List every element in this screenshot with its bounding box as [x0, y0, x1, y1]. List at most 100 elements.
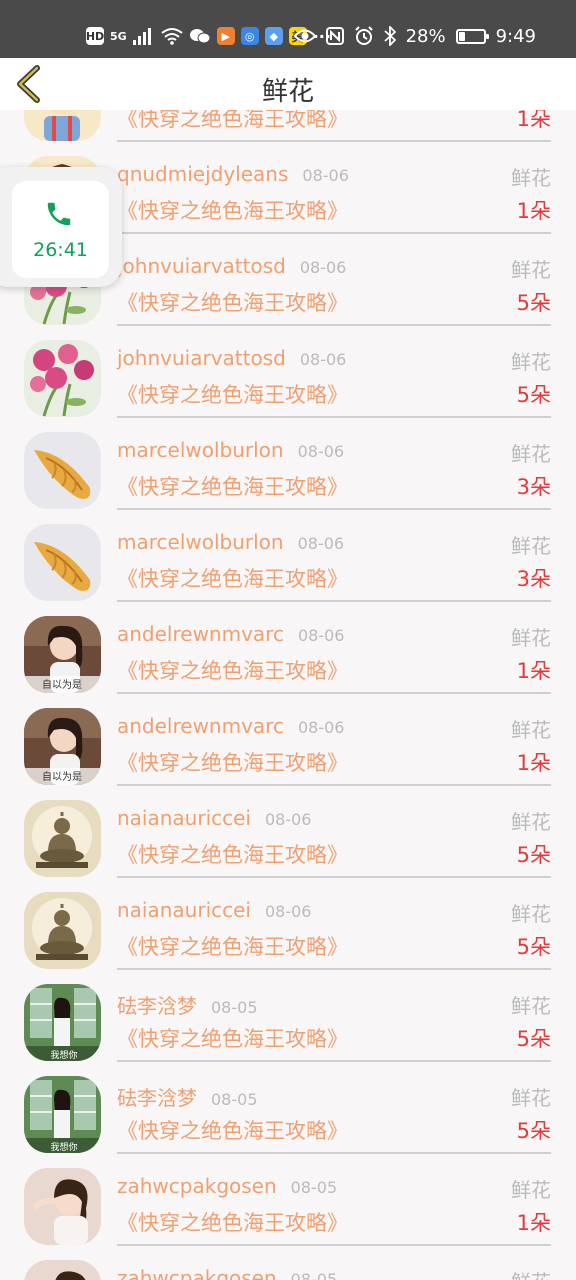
cartoon-avatar[interactable] [24, 110, 101, 141]
username[interactable]: 砝李浛梦 08-05 [117, 1082, 258, 1111]
greenhouse-avatar[interactable]: 我想你 [24, 984, 101, 1061]
flower-count: 1朵 [516, 751, 551, 775]
username[interactable]: 砝李浛梦 08-05 [117, 990, 258, 1019]
nfc-icon [325, 27, 344, 45]
username[interactable]: qnudmiejdyleans 08-06 [117, 162, 349, 186]
hd-icon: HD [86, 27, 104, 45]
username-text[interactable]: 砝李浛梦 [117, 994, 197, 1018]
shell-avatar[interactable] [24, 432, 101, 509]
buddha-avatar[interactable] [24, 892, 101, 969]
book-title-link[interactable]: 《快穿之绝色海王攻略》 [117, 195, 348, 225]
gift-type: 鲜花 [511, 810, 551, 834]
gift-type: 鲜花 [511, 902, 551, 926]
store-app-icon: ◆ [264, 27, 283, 45]
gift-type: 鲜花 [511, 166, 551, 190]
book-title-link[interactable]: 《快穿之绝色海王攻略》 [117, 471, 348, 501]
username-text[interactable]: marcelwolburlon [117, 530, 284, 554]
book-title-link[interactable]: 《快穿之绝色海王攻略》 [117, 379, 348, 409]
username-text[interactable]: naianauriccei [117, 806, 251, 830]
gift-type: 鲜花 [511, 1086, 551, 1110]
username-text[interactable]: marcelwolburlon [117, 438, 284, 462]
flower-count: 5朵 [516, 1027, 551, 1051]
username[interactable]: johnvuiarvattosd 08-06 [117, 346, 346, 370]
gift-type: 鲜花 [511, 994, 551, 1018]
list-item[interactable]: naianauriccei 08-06 鲜花《快穿之绝色海王攻略》 5朵 [0, 784, 576, 878]
username-text[interactable]: johnvuiarvattosd [117, 346, 286, 370]
book-title-link[interactable]: 《快穿之绝色海王攻略》 [117, 563, 348, 593]
username-text[interactable]: andelrewnmvarc [117, 714, 284, 738]
gift-date: 08-06 [297, 718, 345, 737]
flower-count: 1朵 [516, 659, 551, 683]
battery-tip [485, 33, 489, 39]
list-item[interactable]: zahwcpakgosen 08-05 鲜花 《快穿之绝色海王攻略》 1朵 [0, 1152, 576, 1246]
girl-avatar[interactable]: 自以为是 [24, 708, 101, 785]
book-title-link[interactable]: 《快穿之绝色海王攻略》 [117, 1207, 348, 1237]
battery-percent: 28% [405, 25, 446, 47]
woman-avatar[interactable] [24, 1168, 101, 1245]
list-item[interactable]: 自以为是 andelrewnmvarc 08-06 鲜花《快穿之绝色海王攻略》 1朵 [0, 600, 576, 694]
username-text[interactable]: qnudmiejdyleans [117, 162, 288, 186]
wechat-icon [189, 29, 211, 44]
signal-icon [132, 28, 151, 45]
svg-text:自以为是: 自以为是 [42, 770, 82, 783]
username[interactable]: naianauriccei 08-06 [117, 806, 311, 830]
book-title-link[interactable]: 《快穿之绝色海王攻略》 [117, 110, 348, 133]
clock: 9:49 [495, 25, 536, 47]
book-title-link[interactable]: 《快穿之绝色海王攻略》 [117, 931, 348, 961]
book-title-link[interactable]: 《快穿之绝色海王攻略》 [117, 655, 348, 685]
list-item[interactable]: marcelwolburlon 08-06 鲜花 《快穿之绝色海王攻略》 3朵 [0, 508, 576, 602]
gift-date: 08-05 [290, 1178, 338, 1197]
flower-count: 5朵 [516, 843, 551, 867]
app-header: 鲜花 [0, 58, 576, 110]
list-item[interactable]: naianauriccei 08-06 鲜花 《快穿之绝色海王攻略》 5朵 [0, 876, 576, 970]
floating-call-widget[interactable]: 26:41 [0, 167, 122, 287]
username-text[interactable]: naianauriccei [117, 898, 251, 922]
username-text[interactable]: zahwcpakgosen [117, 1174, 277, 1198]
gift-type: 鲜花 [511, 626, 551, 650]
girl-avatar[interactable]: 自以为是 [24, 616, 101, 693]
list-item[interactable]: 《快穿之绝色海王攻略》 1朵 [0, 110, 576, 142]
buddha-avatar[interactable] [24, 800, 101, 877]
network-5g-icon: 5G [110, 29, 127, 43]
alarm-icon [354, 26, 373, 45]
book-title-link[interactable]: 《快穿之绝色海王攻略》 [117, 747, 348, 777]
svg-text:自以为是: 自以为是 [42, 678, 82, 691]
greenhouse-avatar[interactable]: 我想你 [24, 1076, 101, 1153]
list-item[interactable]: johnvuiarvattosd 08-06 鲜花 《快穿之绝色海王攻略》 5朵 [0, 324, 576, 418]
list-item[interactable]: marcelwolburlon 08-06 鲜花 《快穿之绝色海王攻略》 3朵 [0, 416, 576, 510]
username[interactable]: johnvuiarvattosd 08-06 [117, 254, 346, 278]
flower-avatar[interactable] [24, 340, 101, 417]
book-title-link[interactable]: 《快穿之绝色海王攻略》 [117, 839, 348, 869]
username-text[interactable]: zahwcpakgosen [117, 1266, 277, 1280]
browser-app-icon: ◎ [240, 27, 259, 45]
flower-count: 1朵 [516, 1211, 551, 1235]
woman-avatar[interactable] [24, 1260, 101, 1280]
gift-date: 08-06 [297, 626, 345, 645]
call-widget-card[interactable]: 26:41 [12, 181, 109, 278]
book-title-link[interactable]: 《快穿之绝色海王攻略》 [117, 1023, 348, 1053]
username-text[interactable]: andelrewnmvarc [117, 622, 284, 646]
username-text[interactable]: 砝李浛梦 [117, 1086, 197, 1110]
book-title-link[interactable]: 《快穿之绝色海王攻略》 [117, 1115, 348, 1145]
page-title: 鲜花 [261, 77, 314, 107]
flower-count: 1朵 [516, 110, 551, 131]
list-item[interactable]: 我想你 砝李浛梦 08-05 鲜花《快穿之绝色海王攻略》 5朵 [0, 968, 576, 1062]
list-item[interactable]: zahwcpakgosen 08-05 鲜花 [0, 1244, 576, 1280]
username-text[interactable]: johnvuiarvattosd [117, 254, 286, 278]
shell-avatar[interactable] [24, 524, 101, 601]
book-title-link[interactable]: 《快穿之绝色海王攻略》 [117, 287, 348, 317]
flower-count: 5朵 [516, 291, 551, 315]
username[interactable]: zahwcpakgosen 08-05 [117, 1266, 337, 1280]
battery-icon [455, 28, 489, 44]
username[interactable]: naianauriccei 08-06 [117, 898, 311, 922]
username[interactable]: marcelwolburlon 08-06 [117, 530, 344, 554]
username[interactable]: andelrewnmvarc 08-06 [117, 622, 344, 646]
flower-count: 5朵 [516, 1119, 551, 1143]
gift-type: 鲜花 [511, 258, 551, 282]
username[interactable]: zahwcpakgosen 08-05 [117, 1174, 337, 1198]
call-duration: 26:41 [33, 239, 88, 261]
list-item[interactable]: 我想你 砝李浛梦 08-05 鲜花《快穿之绝色海王攻略》 5朵 [0, 1060, 576, 1154]
list-item[interactable]: 自以为是 andelrewnmvarc 08-06 鲜花 《快穿之绝色海王攻略》 1朵 [0, 692, 576, 786]
username[interactable]: marcelwolburlon 08-06 [117, 438, 344, 462]
username[interactable]: andelrewnmvarc 08-06 [117, 714, 344, 738]
